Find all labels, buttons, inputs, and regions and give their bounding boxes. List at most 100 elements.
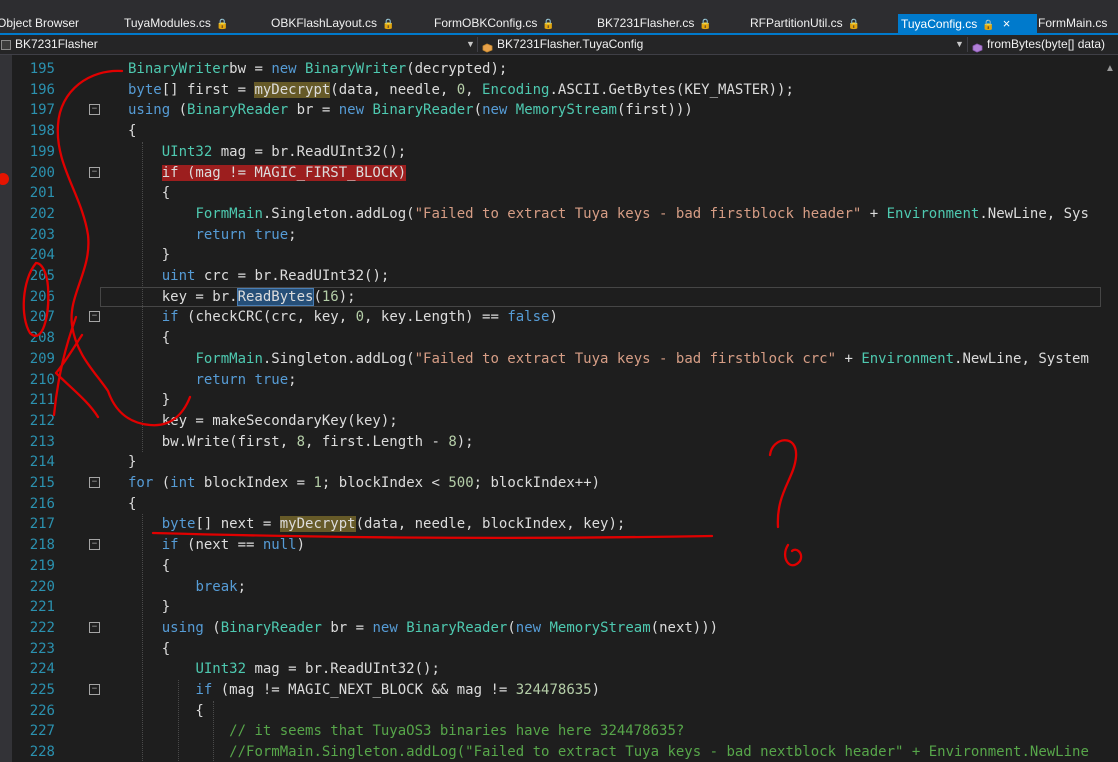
project-dropdown[interactable]: BK7231Flasher	[0, 35, 475, 54]
code-token: .Singleton.addLog(	[262, 350, 415, 367]
code-line[interactable]: 210 return true;	[0, 370, 1101, 391]
tab-label: Object Browser	[0, 16, 80, 30]
line-number: 213	[29, 433, 55, 450]
code-line[interactable]: 220 break;	[0, 577, 1101, 598]
chevron-down-icon[interactable]: ▼	[466, 35, 475, 53]
pin-lock-icon[interactable]: 🔒	[699, 19, 711, 30]
member-dropdown[interactable]: fromBytes(byte[] data)	[972, 35, 1118, 54]
tab-formobkconfig-cs[interactable]: FormOBKConfig.cs 🔒	[434, 14, 555, 34]
code-line[interactable]: 211 }	[0, 390, 1101, 411]
code-line[interactable]: 228 //FormMain.Singleton.addLog("Failed …	[0, 742, 1101, 762]
code-text: bw.Write(first, 8, first.Length - 8);	[128, 432, 474, 452]
pin-lock-icon[interactable]: 🔒	[848, 19, 860, 30]
code-line[interactable]: 213 bw.Write(first, 8, first.Length - 8)…	[0, 432, 1101, 453]
collapse-icon[interactable]: −	[89, 311, 100, 323]
line-number: 219	[29, 557, 55, 574]
code-text: FormMain.Singleton.addLog("Failed to ext…	[128, 204, 1088, 224]
tab-tuyaconfig-cs[interactable]: TuyaConfig.cs 🔒 ×	[898, 14, 1037, 34]
code-line[interactable]: 201 {	[0, 183, 1101, 204]
code-text: }	[128, 390, 170, 410]
collapse-icon[interactable]: −	[89, 621, 100, 633]
code-line[interactable]: 196 byte[] first = myDecrypt(data, needle…	[0, 80, 1101, 101]
code-line[interactable]: 204 }	[0, 245, 1101, 266]
collapse-icon[interactable]: −	[89, 104, 100, 116]
code-line[interactable]: 221 }	[0, 597, 1101, 618]
code-token: [] next =	[195, 516, 280, 533]
code-token: BinaryWriter	[128, 61, 230, 77]
code-token: if	[161, 309, 188, 326]
code-line[interactable]: 219 {	[0, 556, 1101, 577]
code-token: (next ==	[187, 537, 263, 554]
tab-tuyamodules-cs[interactable]: TuyaModules.cs 🔒	[124, 14, 228, 34]
tab-label: OBKFlashLayout.cs	[271, 16, 378, 30]
code-line[interactable]: 224 UInt32 mag = br.ReadUInt32();	[0, 659, 1101, 680]
code-line[interactable]: 226 {	[0, 701, 1101, 722]
code-line[interactable]: 215 − for (int blockIndex = 1; blockIndex …	[0, 473, 1101, 494]
code-token: if	[195, 682, 221, 698]
code-token: new	[338, 102, 373, 119]
code-token: 8	[296, 433, 306, 450]
code-line[interactable]: 207 − if (checkCRC(crc, key, 0, key.Lengt…	[0, 307, 1101, 328]
code-token: BinaryWriter	[305, 61, 407, 77]
code-line[interactable]: 203 return true;	[0, 225, 1101, 246]
code-line[interactable]: 218 − if (next == null)	[0, 535, 1101, 556]
code-line[interactable]: 199 UInt32 mag = br.ReadUInt32();	[0, 142, 1101, 163]
code-line[interactable]: 227 // it seems that TuyaOS3 binaries ha…	[0, 721, 1101, 742]
code-line[interactable]: 205 uint crc = br.ReadUInt32();	[0, 266, 1101, 287]
code-line[interactable]: 208 {	[0, 328, 1101, 349]
code-line[interactable]: 202 FormMain.Singleton.addLog("Failed to…	[0, 204, 1101, 225]
code-token: null	[262, 537, 297, 554]
class-dropdown[interactable]: BK7231Flasher.TuyaConfig	[482, 35, 962, 54]
code-line[interactable]: 222− using (BinaryReader br = new Binary…	[0, 618, 1101, 639]
tab-label: TuyaConfig.cs	[901, 17, 978, 31]
code-line[interactable]: 195 BinaryWriterbw = new BinaryWriter(dec…	[0, 59, 1101, 80]
code-line[interactable]: 200 − if (mag != MAGIC_FIRST_BLOCK)	[0, 163, 1101, 184]
code-line[interactable]: 212 key = makeSecondaryKey(key);	[0, 411, 1101, 432]
code-line[interactable]: 223 {	[0, 639, 1101, 660]
code-token: UInt32	[161, 143, 213, 160]
code-token: .NewLine, System	[954, 350, 1089, 367]
collapse-icon[interactable]: −	[89, 539, 100, 551]
code-line[interactable]: 216 {	[0, 494, 1101, 515]
code-token: // it seems that TuyaOS3 binaries have h…	[229, 723, 685, 740]
method-icon	[972, 40, 983, 53]
pin-lock-icon[interactable]: 🔒	[982, 20, 994, 31]
tab-label: FormOBKConfig.cs	[434, 16, 538, 30]
tab-obkflashlayout-cs[interactable]: OBKFlashLayout.cs 🔒	[271, 14, 395, 34]
code-token: break	[195, 578, 238, 595]
collapse-icon[interactable]: −	[89, 477, 100, 488]
collapse-icon[interactable]: −	[89, 684, 100, 695]
scroll-up-icon[interactable]: ▲	[1105, 63, 1115, 74]
tab-rfpartitionutil-cs[interactable]: RFPartitionUtil.cs 🔒	[750, 14, 860, 34]
code-line[interactable]: 197− using (BinaryReader br = new BinaryR…	[0, 100, 1101, 121]
code-line[interactable]: 217 byte[] next = myDecrypt(data, needle…	[0, 514, 1101, 535]
pin-lock-icon[interactable]: 🔒	[542, 19, 554, 30]
pin-lock-icon[interactable]: 🔒	[382, 19, 394, 30]
class-dropdown-label: BK7231Flasher.TuyaConfig	[497, 37, 644, 51]
code-token: 8	[448, 433, 457, 450]
code-line[interactable]: 198 {	[0, 121, 1101, 142]
code-line[interactable]: 214}	[0, 452, 1101, 473]
code-token: new	[271, 61, 306, 77]
chevron-down-icon[interactable]: ▼	[955, 35, 964, 53]
code-token: {	[128, 557, 171, 574]
vertical-scrollbar[interactable]: ▲	[1101, 55, 1118, 762]
tab-label: TuyaModules.cs	[124, 16, 211, 30]
code-token: MemoryStream	[515, 102, 617, 119]
code-editor[interactable]: 195 BinaryWriterbw = new BinaryWriter(dec…	[0, 55, 1118, 762]
code-line[interactable]: 225 − if (mag != MAGIC_NEXT_BLOCK && mag …	[0, 680, 1101, 701]
code-token: //FormMain.Singleton.addLog("Failed to e…	[229, 744, 1089, 761]
tab-bk7231flasher-cs[interactable]: BK7231Flasher.cs 🔒	[597, 14, 712, 34]
tab-formmain-cs[interactable]: FormMain.cs	[1038, 14, 1107, 34]
tab-object-browser[interactable]: Object Browser	[0, 14, 79, 34]
close-icon[interactable]: ×	[1003, 16, 1011, 31]
pin-lock-icon[interactable]: 🔒	[216, 19, 228, 30]
collapse-icon[interactable]: −	[89, 166, 100, 178]
code-line[interactable]: 206 key = br.ReadBytes(16);	[0, 287, 1101, 308]
code-line[interactable]: 209 FormMain.Singleton.addLog("Failed to…	[0, 349, 1101, 370]
code-token: Environment	[861, 350, 955, 367]
code-token: ReadBytes	[236, 287, 315, 306]
line-number: 203	[29, 226, 55, 243]
